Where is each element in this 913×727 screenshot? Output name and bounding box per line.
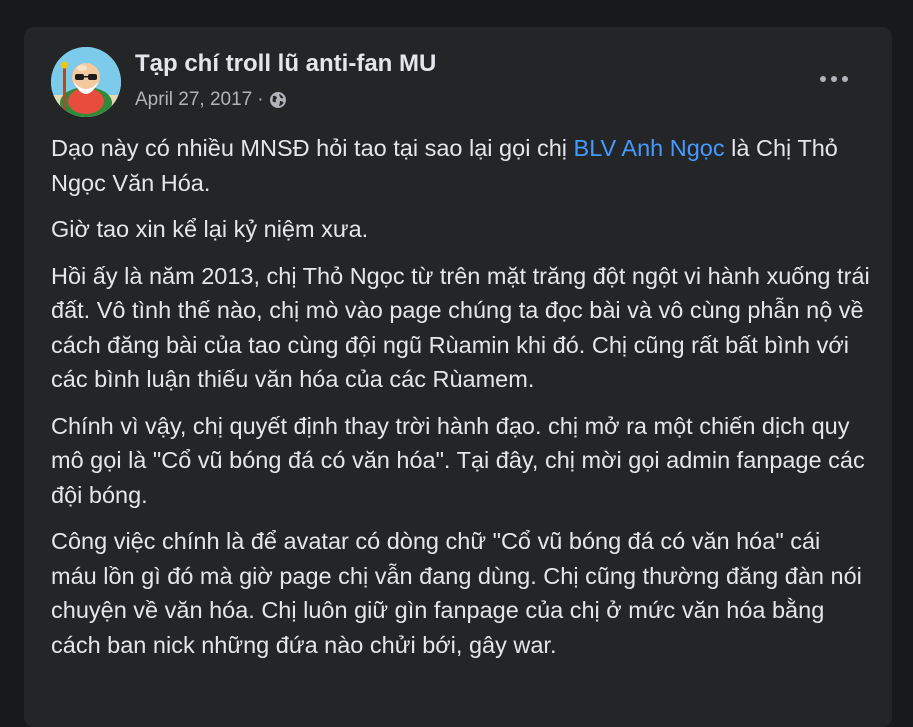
paragraph-text: Dạo này có nhiều MNSĐ hỏi tao tại sao lạ…: [51, 135, 574, 161]
post-paragraph-4: Chính vì vậy, chị quyết định thay trời h…: [51, 412, 865, 508]
post-header: Tạp chí troll lũ anti-fan MU April 27, 2…: [24, 27, 892, 127]
post-paragraph-1: Dạo này có nhiều MNSĐ hỏi tao tại sao lạ…: [51, 131, 871, 200]
post-meta: April 27, 2017 ·: [135, 89, 287, 111]
post-paragraph-5: Công việc chính là để avatar có dòng chữ…: [51, 528, 862, 658]
more-horizontal-icon: [820, 76, 848, 82]
globe-icon[interactable]: [269, 91, 287, 109]
cartoon-character-avatar-icon: [51, 47, 121, 117]
avatar[interactable]: [51, 47, 121, 117]
more-options-button[interactable]: [816, 65, 852, 93]
post-paragraph-3: Hồi ấy là năm 2013, chị Thỏ Ngọc từ trên…: [51, 262, 870, 393]
post-date[interactable]: April 27, 2017: [135, 89, 252, 111]
post-body: Dạo này có nhiều MNSĐ hỏi tao tại sao lạ…: [51, 131, 871, 674]
meta-separator: ·: [257, 89, 264, 110]
page-name[interactable]: Tạp chí troll lũ anti-fan MU: [135, 50, 436, 78]
post-paragraph-2: Giờ tao xin kể lại kỷ niệm xưa.: [51, 216, 369, 242]
mention-link[interactable]: BLV Anh Ngọc: [574, 135, 725, 161]
post-card: Tạp chí troll lũ anti-fan MU April 27, 2…: [24, 27, 892, 727]
